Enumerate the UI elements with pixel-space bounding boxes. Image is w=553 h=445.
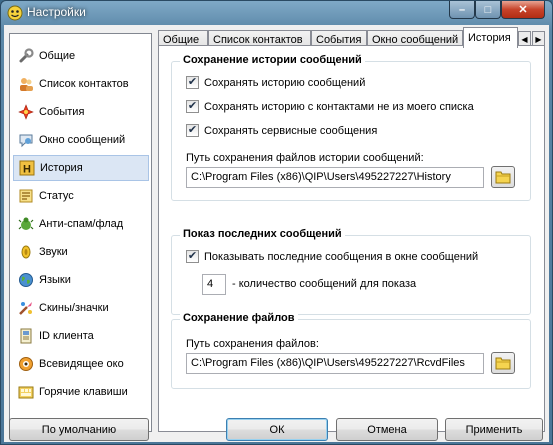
tab-label: Список контактов xyxy=(213,33,303,46)
sidebar-item-label: Звуки xyxy=(39,246,68,258)
option-show-recent-messages[interactable]: ✔ Показывать последние сообщения в окне … xyxy=(186,250,478,263)
history-settings-panel: Сохранение истории сообщений ✔ Сохранять… xyxy=(158,45,545,432)
antispam-icon xyxy=(18,217,34,230)
folder-icon xyxy=(495,171,511,184)
ok-button[interactable]: ОК xyxy=(226,418,328,441)
sidebar-item-all-seeing-eye[interactable]: Всевидящее око xyxy=(13,351,149,377)
sidebar-item-languages[interactable]: Языки xyxy=(13,267,149,293)
recent-count-input[interactable]: 4 xyxy=(202,274,226,295)
sounds-icon xyxy=(21,245,31,259)
sidebar-item-label: История xyxy=(40,162,83,174)
sidebar-item-label: Статус xyxy=(39,190,74,202)
events-icon xyxy=(18,104,34,120)
option-save-history[interactable]: ✔ Сохранять историю сообщений xyxy=(186,76,365,89)
sidebar-item-history[interactable]: H История xyxy=(13,155,149,181)
qip-app-icon xyxy=(7,5,23,21)
folder-icon xyxy=(495,357,511,370)
window-title: Настройки xyxy=(27,5,86,19)
sidebar-item-label: События xyxy=(39,106,85,118)
hotkeys-icon xyxy=(18,386,34,399)
sidebar-item-client-id[interactable]: ID клиента xyxy=(13,323,149,349)
client-id-icon xyxy=(20,328,32,344)
svg-text:H: H xyxy=(23,164,31,176)
sidebar-item-message-window[interactable]: Окно сообщений xyxy=(13,127,149,153)
browse-history-path-button[interactable] xyxy=(491,166,515,188)
contacts-icon xyxy=(20,78,33,91)
maximize-icon: □ xyxy=(484,3,492,16)
all-seeing-eye-icon xyxy=(19,357,33,371)
group-title: Показ последних сообщений xyxy=(180,228,345,240)
sidebar-item-label: Языки xyxy=(39,274,71,286)
sidebar-item-status[interactable]: Статус xyxy=(13,183,149,209)
settings-sidebar: Общие Список контактов События Окно сооб… xyxy=(9,33,152,432)
history-path-input[interactable]: C:\Program Files (x86)\QIP\Users\4952272… xyxy=(186,167,484,188)
sidebar-item-label: Общие xyxy=(39,50,76,62)
history-path-label: Путь сохранения файлов истории сообщений… xyxy=(186,152,424,164)
minimize-button[interactable]: – xyxy=(449,1,475,19)
sidebar-item-sounds[interactable]: Звуки xyxy=(13,239,149,265)
sidebar-item-label: Всевидящее око xyxy=(39,358,124,370)
option-label: Сохранять историю с контактами не из мое… xyxy=(204,100,474,113)
sidebar-item-hotkeys[interactable]: Горячие клавиши xyxy=(13,379,149,405)
languages-icon xyxy=(19,273,33,287)
group-title: Сохранение истории сообщений xyxy=(180,54,365,66)
defaults-button[interactable]: По умолчанию xyxy=(9,418,149,441)
cancel-button[interactable]: Отмена xyxy=(336,418,438,441)
checkbox[interactable]: ✔ xyxy=(186,124,199,137)
recent-count-label: - количество сообщений для показа xyxy=(232,278,417,290)
apply-button[interactable]: Применить xyxy=(445,418,543,441)
checkbox[interactable]: ✔ xyxy=(186,76,199,89)
group-file-saving: Сохранение файлов Путь сохранения файлов… xyxy=(171,312,531,389)
status-icon xyxy=(19,189,33,203)
tab-label: История xyxy=(468,32,511,44)
files-path-label: Путь сохранения файлов: xyxy=(186,338,319,350)
files-path-input[interactable]: C:\Program Files (x86)\QIP\Users\4952272… xyxy=(186,353,484,374)
sidebar-item-skins[interactable]: Скины/значки xyxy=(13,295,149,321)
option-label: Показывать последние сообщения в окне со… xyxy=(204,250,479,263)
titlebar[interactable]: Настройки – □ ✕ xyxy=(1,1,552,25)
option-save-history-non-list[interactable]: ✔ Сохранять историю с контактами не из м… xyxy=(186,100,474,113)
maximize-button[interactable]: □ xyxy=(475,1,501,19)
sidebar-item-label: ID клиента xyxy=(39,330,94,342)
sidebar-item-events[interactable]: События xyxy=(13,99,149,125)
tab-history[interactable]: История xyxy=(463,27,518,48)
sidebar-item-general[interactable]: Общие xyxy=(13,43,149,69)
history-icon: H xyxy=(19,160,35,176)
chevron-left-icon: ◀ xyxy=(521,34,528,44)
sidebar-item-label: Окно сообщений xyxy=(39,134,126,146)
checkmark-icon: ✔ xyxy=(187,250,198,262)
tab-label: Окно сообщений xyxy=(372,33,459,46)
group-title: Сохранение файлов xyxy=(180,312,298,324)
option-label: Сохранять сервисные сообщения xyxy=(204,124,378,137)
checkmark-icon: ✔ xyxy=(187,100,198,112)
checkbox[interactable]: ✔ xyxy=(186,250,199,263)
checkmark-icon: ✔ xyxy=(187,76,198,88)
sidebar-item-label: Анти-спам/флад xyxy=(39,218,124,230)
close-icon: ✕ xyxy=(518,4,528,16)
browse-files-path-button[interactable] xyxy=(491,352,515,374)
option-label: Сохранять историю сообщений xyxy=(204,76,366,89)
close-button[interactable]: ✕ xyxy=(501,1,545,19)
client-area: Общие Список контактов События Окно сооб… xyxy=(4,25,549,442)
option-save-service-messages[interactable]: ✔ Сохранять сервисные сообщения xyxy=(186,124,377,137)
sidebar-item-antispam[interactable]: Анти-спам/флад xyxy=(13,211,149,237)
sidebar-item-label: Скины/значки xyxy=(39,302,109,314)
chevron-right-icon: ▶ xyxy=(535,34,542,44)
tab-strip: Общие Список контактов События Окно сооб… xyxy=(158,26,545,48)
group-recent-messages: Показ последних сообщений ✔ Показывать п… xyxy=(171,228,531,315)
sidebar-item-contact-list[interactable]: Список контактов xyxy=(13,71,149,97)
skins-icon xyxy=(19,302,32,315)
settings-window: Настройки – □ ✕ Общие Список контактов С… xyxy=(0,0,553,445)
wrench-icon xyxy=(19,48,34,63)
group-save-history: Сохранение истории сообщений ✔ Сохранять… xyxy=(171,54,531,201)
message-window-icon xyxy=(19,134,33,148)
sidebar-item-label: Горячие клавиши xyxy=(39,386,128,398)
checkmark-icon: ✔ xyxy=(187,124,198,136)
tab-label: События xyxy=(316,33,362,46)
minimize-icon: – xyxy=(458,3,466,16)
tab-label: Общие xyxy=(163,33,200,46)
checkbox[interactable]: ✔ xyxy=(186,100,199,113)
sidebar-item-label: Список контактов xyxy=(39,78,129,90)
